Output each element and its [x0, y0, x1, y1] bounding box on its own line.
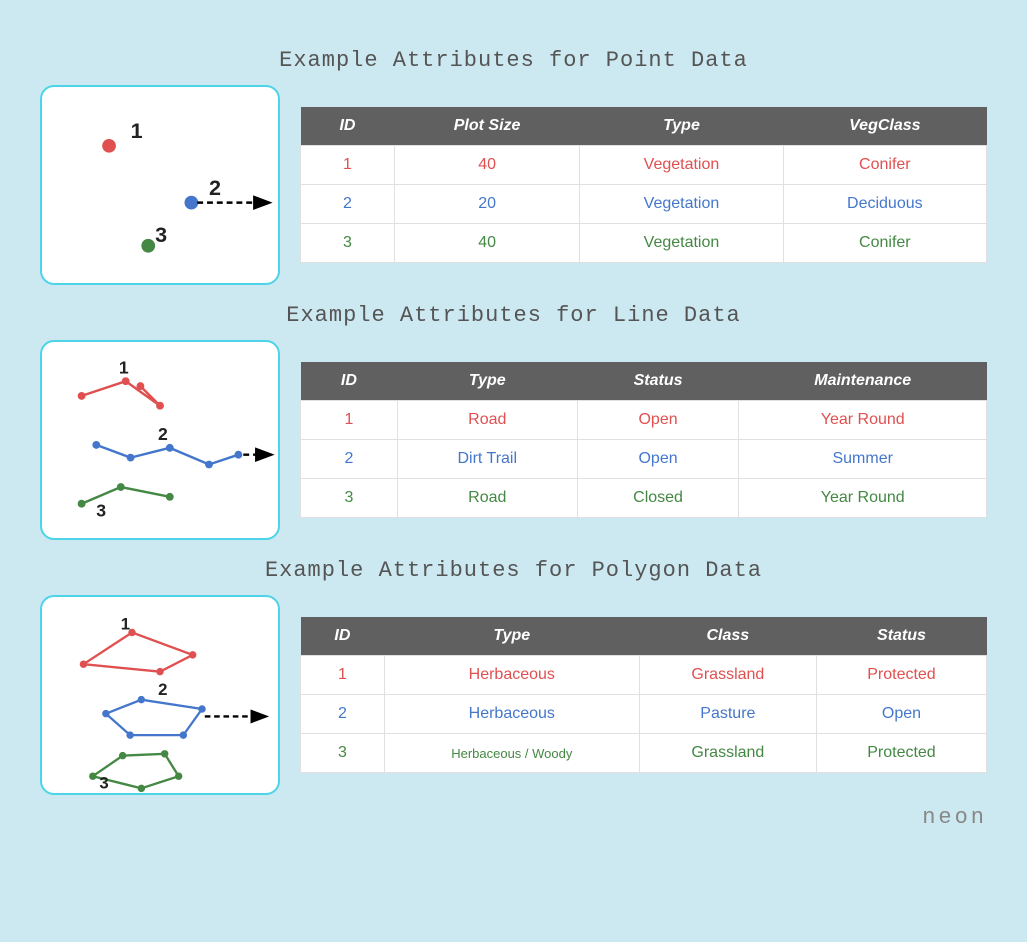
cell-line-1-col2: Road: [397, 401, 577, 440]
cell-point-3-id: 3: [301, 224, 395, 263]
section-line-title: Example Attributes for Line Data: [40, 303, 987, 328]
table-polygon: ID Type Class Status 1 Herbaceous Grassl…: [300, 617, 987, 773]
cell-point-2-col3: Vegetation: [580, 185, 783, 224]
table-row: 1 Road Open Year Round: [301, 401, 987, 440]
th-line-id: ID: [301, 362, 398, 401]
table-row: 3 Road Closed Year Round: [301, 479, 987, 518]
cell-point-1-id: 1: [301, 146, 395, 185]
cell-poly-1-id: 1: [301, 656, 385, 695]
map-point-svg: 1 2 3: [42, 87, 278, 283]
cell-point-2-col4: Deciduous: [783, 185, 986, 224]
th-point-id: ID: [301, 107, 395, 146]
cell-line-2-id: 2: [301, 440, 398, 479]
cell-poly-1-col3: Grassland: [639, 656, 816, 695]
cell-line-1-id: 1: [301, 401, 398, 440]
svg-text:1: 1: [131, 118, 143, 143]
section-line-row: 1 2 3 ID: [40, 340, 987, 540]
cell-poly-3-col4: Protected: [816, 734, 986, 773]
neon-logo: neon: [40, 805, 987, 830]
cell-point-3-col3: Vegetation: [580, 224, 783, 263]
table-row: 2 Herbaceous Pasture Open: [301, 695, 987, 734]
svg-text:3: 3: [99, 773, 108, 792]
cell-poly-2-col4: Open: [816, 695, 986, 734]
svg-text:2: 2: [158, 680, 167, 699]
cell-poly-3-col3: Grassland: [639, 734, 816, 773]
svg-text:1: 1: [119, 357, 129, 377]
section-polygon-title: Example Attributes for Polygon Data: [40, 558, 987, 583]
cell-poly-2-col3: Pasture: [639, 695, 816, 734]
cell-line-1-col4: Year Round: [739, 401, 987, 440]
map-line: 1 2 3: [40, 340, 280, 540]
table-point: ID Plot Size Type VegClass 1 40 Vegetati…: [300, 107, 987, 263]
cell-line-2-col2: Dirt Trail: [397, 440, 577, 479]
map-line-svg: 1 2 3: [42, 342, 278, 538]
cell-point-2-col2: 20: [394, 185, 579, 224]
table-row: 1 40 Vegetation Conifer: [301, 146, 987, 185]
main-container: Example Attributes for Point Data 1 2 3: [20, 20, 1007, 860]
map-polygon-svg: 1 2 3: [42, 597, 278, 793]
th-poly-type: Type: [384, 617, 639, 656]
svg-text:1: 1: [121, 615, 130, 634]
cell-poly-1-col4: Protected: [816, 656, 986, 695]
cell-line-2-col4: Summer: [739, 440, 987, 479]
cell-line-1-col3: Open: [577, 401, 739, 440]
cell-line-3-id: 3: [301, 479, 398, 518]
th-point-plotsize: Plot Size: [394, 107, 579, 146]
th-poly-id: ID: [301, 617, 385, 656]
table-row: 1 Herbaceous Grassland Protected: [301, 656, 987, 695]
title-polygon: Example Attributes for Polygon Data: [40, 558, 987, 583]
th-point-vegclass: VegClass: [783, 107, 986, 146]
cell-point-1-col3: Vegetation: [580, 146, 783, 185]
cell-line-3-col4: Year Round: [739, 479, 987, 518]
map-point: 1 2 3: [40, 85, 280, 285]
svg-text:3: 3: [155, 222, 167, 247]
cell-poly-3-col2: Herbaceous / Woody: [384, 734, 639, 773]
cell-point-3-col2: 40: [394, 224, 579, 263]
cell-point-3-col4: Conifer: [783, 224, 986, 263]
table-row: 2 Dirt Trail Open Summer: [301, 440, 987, 479]
th-poly-status: Status: [816, 617, 986, 656]
svg-text:2: 2: [209, 175, 221, 200]
cell-line-3-col3: Closed: [577, 479, 739, 518]
cell-poly-2-id: 2: [301, 695, 385, 734]
section-point-row: 1 2 3 ID Plot Size Type VegClass: [40, 85, 987, 285]
table-row: 3 40 Vegetation Conifer: [301, 224, 987, 263]
table-line: ID Type Status Maintenance 1 Road Open Y…: [300, 362, 987, 518]
table-row: 3 Herbaceous / Woody Grassland Protected: [301, 734, 987, 773]
th-line-maintenance: Maintenance: [739, 362, 987, 401]
section-polygon-row: 1 2 3: [40, 595, 987, 795]
title-line: Example Attributes for Line Data: [40, 303, 987, 328]
cell-point-1-col4: Conifer: [783, 146, 986, 185]
map-polygon: 1 2 3: [40, 595, 280, 795]
th-line-type: Type: [397, 362, 577, 401]
svg-text:3: 3: [96, 500, 106, 520]
cell-poly-1-col2: Herbaceous: [384, 656, 639, 695]
th-point-type: Type: [580, 107, 783, 146]
section-point-title: Example Attributes for Point Data: [40, 48, 987, 73]
cell-line-2-col3: Open: [577, 440, 739, 479]
cell-line-3-col2: Road: [397, 479, 577, 518]
th-poly-class: Class: [639, 617, 816, 656]
cell-point-1-col2: 40: [394, 146, 579, 185]
title-point: Example Attributes for Point Data: [40, 48, 987, 73]
cell-point-2-id: 2: [301, 185, 395, 224]
svg-text:2: 2: [158, 424, 168, 444]
cell-poly-3-id: 3: [301, 734, 385, 773]
table-row: 2 20 Vegetation Deciduous: [301, 185, 987, 224]
cell-poly-2-col2: Herbaceous: [384, 695, 639, 734]
th-line-status: Status: [577, 362, 739, 401]
